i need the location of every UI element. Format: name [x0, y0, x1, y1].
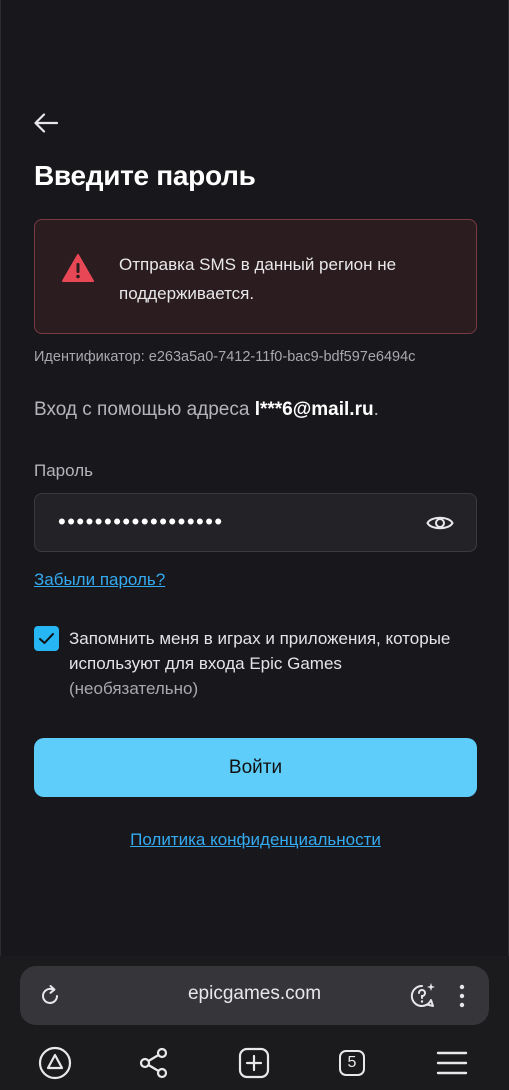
sign-in-button[interactable]: Войти	[34, 738, 477, 797]
login-prefix: Вход с помощью адреса	[34, 399, 255, 420]
remember-me-checkbox[interactable]	[34, 626, 59, 651]
more-vertical-icon[interactable]	[453, 982, 471, 1010]
alice-icon[interactable]	[37, 1045, 73, 1081]
password-value: ••••••••••••••••••	[58, 509, 224, 534]
warning-icon	[62, 254, 94, 282]
forgot-password-link[interactable]: Забыли пароль?	[34, 570, 165, 590]
remember-optional-text: (необязательно)	[69, 679, 199, 698]
address-bar[interactable]: epicgames.com	[20, 966, 489, 1025]
password-label: Пароль	[34, 461, 93, 480]
login-email: l***6@mail.ru	[254, 399, 374, 420]
check-icon	[39, 633, 54, 644]
new-tab-icon[interactable]	[236, 1045, 272, 1081]
remember-me-label[interactable]: Запомнить меня в играх и приложения, кот…	[69, 626, 479, 701]
remember-me-text: Запомнить меня в играх и приложения, кот…	[69, 629, 451, 673]
alert-message: Отправка SMS в данный регион не поддержи…	[119, 255, 397, 303]
bottom-nav: 5	[0, 1038, 509, 1090]
password-field[interactable]: ••••••••••••••••••	[34, 493, 477, 552]
login-address-text: Вход с помощью адреса l***6@mail.ru.	[34, 399, 379, 421]
privacy-policy-container: Политика конфиденциальности	[1, 830, 509, 850]
share-icon[interactable]	[136, 1045, 172, 1081]
error-alert: Отправка SMS в данный регион не поддержи…	[34, 219, 477, 334]
tabs-button[interactable]: 5	[334, 1045, 370, 1081]
page-title: Введите пароль	[34, 160, 256, 191]
identifier-text: Идентификатор: e263a5a0-7412-11f0-bac9-b…	[34, 349, 416, 365]
browser-toolbar: epicgames.com 5	[0, 956, 509, 1090]
eye-icon[interactable]	[426, 511, 454, 535]
login-suffix: .	[373, 399, 379, 420]
login-page: Введите пароль Отправка SMS в данный рег…	[0, 0, 509, 956]
ai-assistant-icon[interactable]	[407, 981, 437, 1011]
back-arrow-icon[interactable]	[31, 108, 61, 138]
privacy-policy-link[interactable]: Политика конфиденциальности	[130, 830, 381, 849]
tab-count: 5	[339, 1050, 365, 1076]
menu-icon[interactable]	[434, 1045, 470, 1081]
